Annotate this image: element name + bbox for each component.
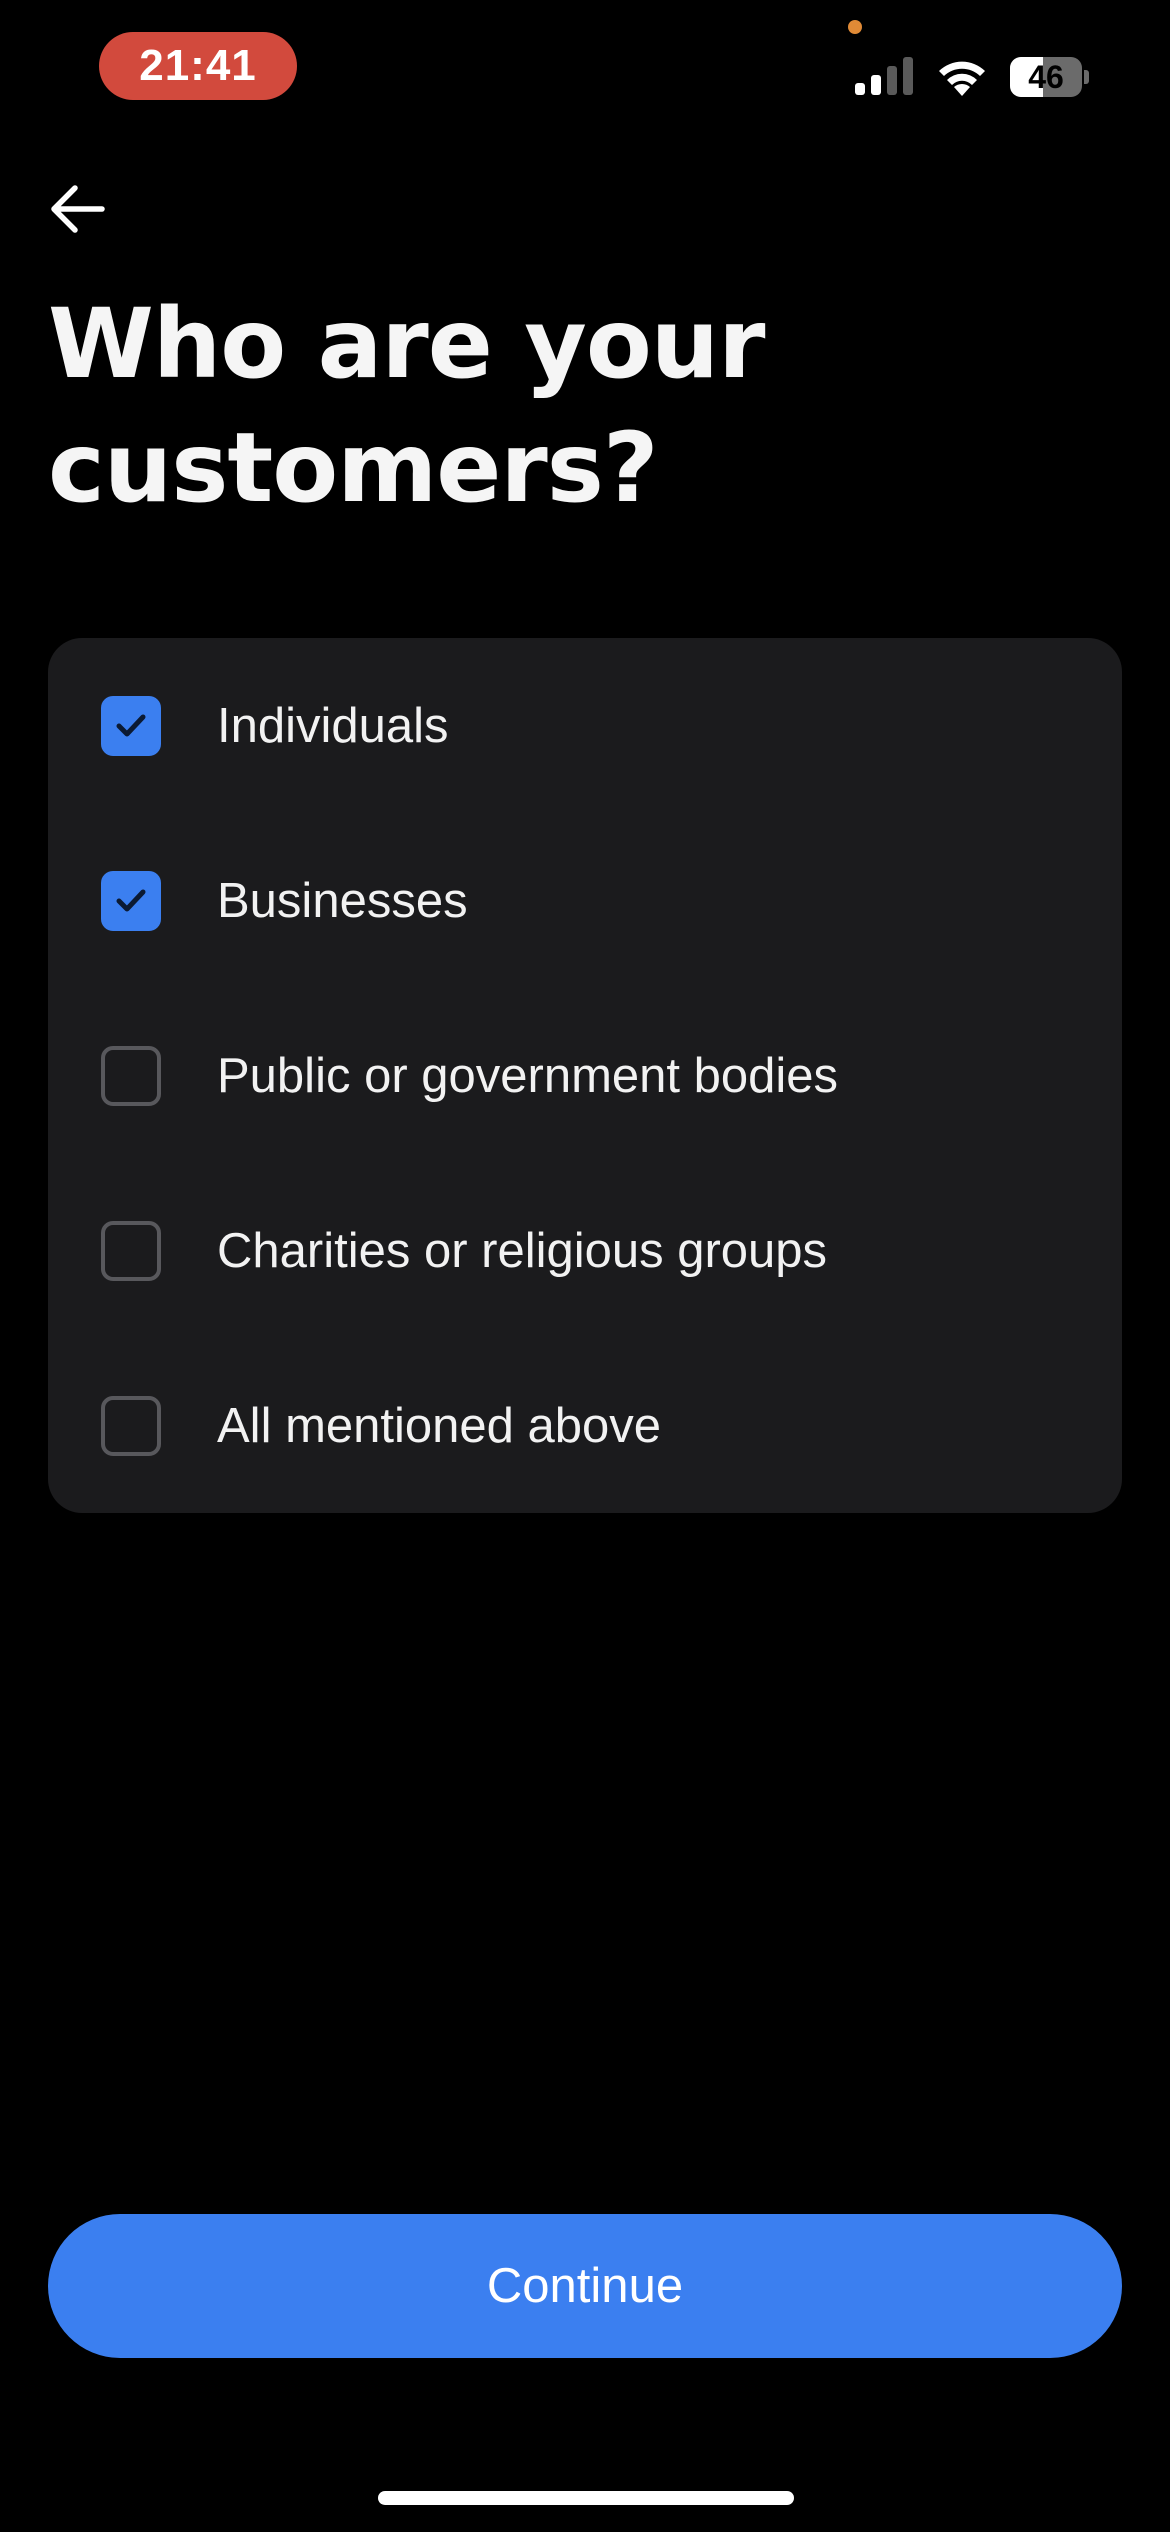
battery-level: 46 (1028, 59, 1064, 95)
privacy-indicator-dot (848, 20, 862, 34)
option-row[interactable]: Charities or religious groups (48, 1163, 1122, 1338)
checkbox-unchecked[interactable] (101, 1045, 161, 1106)
option-row[interactable]: Individuals (48, 638, 1122, 813)
checkbox-unchecked[interactable] (101, 1395, 161, 1456)
options-card: Individuals Businesses Public or governmen… (48, 638, 1122, 1513)
checkbox-checked[interactable] (101, 870, 161, 931)
status-bar: 21:41 46 (0, 0, 1170, 130)
continue-button[interactable]: Continue (48, 2214, 1122, 2358)
page-title: Who are your customers? (48, 288, 765, 524)
signal-icon (855, 57, 913, 95)
battery-cap (1084, 70, 1089, 84)
option-label: All mentioned above (217, 1398, 662, 1453)
status-time[interactable]: 21:41 (99, 32, 297, 100)
back-button[interactable] (40, 176, 114, 242)
wifi-icon (939, 61, 985, 96)
checkmark-icon (116, 889, 146, 911)
option-label: Public or government bodies (217, 1048, 839, 1103)
arrow-left-icon (51, 185, 105, 233)
checkbox-unchecked[interactable] (101, 1220, 161, 1281)
option-label: Individuals (217, 698, 449, 753)
checkbox-checked[interactable] (101, 695, 161, 756)
option-label: Businesses (217, 873, 468, 928)
screen: 21:41 46 Who are your customers? Individ… (0, 0, 1170, 2532)
option-row[interactable]: Businesses (48, 813, 1122, 988)
checkmark-icon (116, 714, 146, 736)
option-label: Charities or religious groups (217, 1223, 828, 1278)
home-indicator[interactable] (378, 2491, 794, 2505)
battery-icon: 46 (1010, 57, 1089, 97)
option-row[interactable]: All mentioned above (48, 1338, 1122, 1513)
option-row[interactable]: Public or government bodies (48, 988, 1122, 1163)
